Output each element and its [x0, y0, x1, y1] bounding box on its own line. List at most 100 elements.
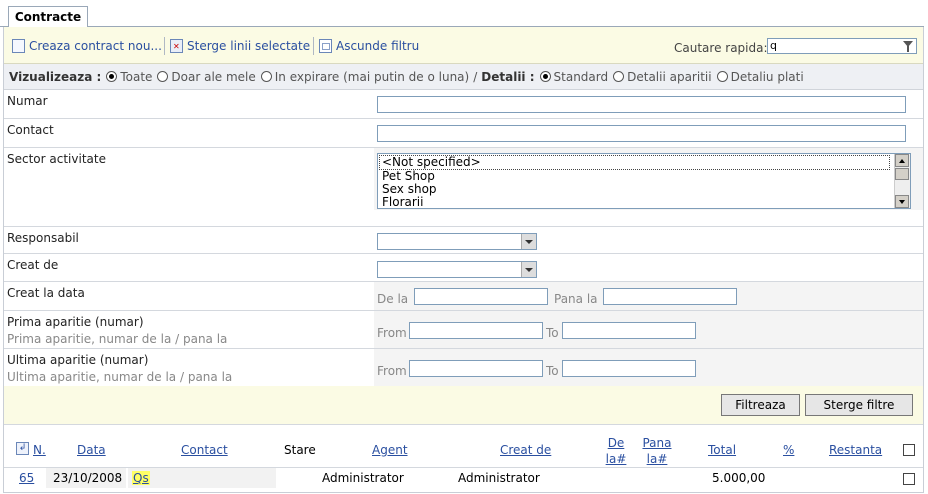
column-header-de-la[interactable]: De la#	[604, 435, 628, 467]
numar-label: Numar	[7, 94, 48, 108]
quick-search-label: Cautare rapida:	[674, 41, 768, 55]
radio-details-appearances[interactable]	[613, 71, 625, 82]
filter-row-ultima-aparitie: Ultima aparitie (numar) Ultima aparitie,…	[4, 349, 923, 387]
ultima-to-input[interactable]	[562, 360, 696, 377]
contact-input[interactable]	[377, 125, 906, 142]
column-header-restanta[interactable]: Restanta	[829, 442, 882, 458]
radio-view-mine-label: Doar ale mele	[171, 69, 256, 84]
delete-icon	[170, 39, 183, 53]
sector-listbox[interactable]: <Not specified> Pet Shop Sex shop Florar…	[377, 153, 911, 209]
radio-details-standard-label: Standard	[553, 69, 609, 84]
quick-search-input[interactable]: q	[767, 38, 917, 54]
filter-button-bar: Filtreaza Sterge filtre	[4, 386, 923, 425]
delete-selected-button[interactable]: Sterge linii selectate	[170, 38, 310, 54]
column-header-percent[interactable]: %	[783, 442, 794, 458]
select-all-checkbox[interactable]	[903, 444, 915, 456]
create-contract-button[interactable]: Creaza contract nou...	[12, 38, 162, 54]
filter-row-contact: Contact	[4, 119, 923, 148]
hide-filter-button[interactable]: Ascunde filtru	[319, 38, 419, 54]
radio-view-all[interactable]	[106, 71, 118, 82]
filter-funnel-icon[interactable]	[903, 41, 913, 52]
filter-row-prima-aparitie: Prima aparitie (numar) Prima aparitie, n…	[4, 311, 923, 349]
numar-input[interactable]	[377, 96, 906, 113]
column-header-pana-la[interactable]: Pana la#	[640, 435, 674, 467]
contracts-panel: Creaza contract nou... Sterge linii sele…	[3, 27, 924, 493]
chevron-down-icon[interactable]	[521, 262, 536, 277]
scroll-up-icon[interactable]	[895, 154, 909, 167]
column-header-creat-de[interactable]: Creat de	[500, 442, 551, 458]
date-from-input[interactable]	[414, 288, 548, 305]
tab-contracte[interactable]: Contracte	[8, 6, 88, 27]
filter-row-responsabil: Responsabil	[4, 227, 923, 254]
details-separator: /	[473, 69, 478, 84]
apply-filter-button[interactable]: Filtreaza	[721, 394, 800, 416]
pana-la-line2: la#	[646, 452, 668, 466]
filter-row-numar: Numar	[4, 90, 923, 119]
prima-aparitie-hint: Prima aparitie, numar de la / pana la	[7, 332, 228, 346]
list-item[interactable]: <Not specified>	[379, 155, 890, 170]
prima-from-input[interactable]	[409, 322, 543, 339]
scroll-thumb[interactable]	[895, 168, 909, 180]
new-document-icon	[12, 39, 25, 53]
hide-filter-icon	[319, 39, 332, 53]
scroll-down-icon[interactable]	[895, 195, 909, 208]
responsabil-select[interactable]	[377, 233, 537, 250]
ultima-aparitie-label: Ultima aparitie (numar)	[7, 353, 149, 367]
radio-view-expiring-label: In expirare (mai putin de o luna)	[274, 69, 470, 84]
row-cell-bg	[128, 468, 276, 488]
column-header-contact[interactable]: Contact	[181, 442, 228, 458]
tab-bar: Contracte	[0, 0, 928, 27]
create-contract-label: Creaza contract nou...	[29, 39, 162, 53]
column-header-data[interactable]: Data	[77, 442, 106, 458]
prima-from-label: From	[377, 326, 407, 340]
view-options-row: Vizualizeaza : Toate Doar ale mele In ex…	[4, 64, 923, 90]
radio-details-appearances-label: Detalii aparitii	[627, 69, 712, 84]
creat-la-data-label: Creat la data	[7, 286, 85, 300]
filter-row-creat-la-data: Creat la data De la Pana la	[4, 282, 923, 311]
radio-details-payments[interactable]	[716, 71, 728, 82]
sort-icon[interactable]: ↲	[16, 442, 29, 455]
details-label: Detalii :	[481, 69, 535, 84]
column-header-total[interactable]: Total	[708, 442, 736, 458]
prima-aparitie-label: Prima aparitie (numar)	[7, 315, 144, 329]
quick-search-value: q	[770, 39, 777, 52]
radio-view-expiring[interactable]	[260, 71, 272, 82]
sector-scrollbar[interactable]	[894, 154, 910, 208]
prima-to-label: To	[546, 326, 559, 340]
hide-filter-label: Ascunde filtru	[336, 39, 420, 53]
radio-details-standard[interactable]	[539, 71, 551, 82]
row-total: 5.000,00	[712, 471, 766, 485]
prima-to-input[interactable]	[562, 322, 696, 339]
de-la-line1: De	[607, 436, 625, 450]
pana-la-line1: Pana	[642, 436, 672, 450]
row-checkbox[interactable]	[903, 473, 915, 485]
row-nr-link[interactable]: 65	[19, 471, 34, 485]
delete-selected-label: Sterge linii selectate	[187, 39, 311, 53]
column-header-nr[interactable]: N.	[33, 442, 46, 458]
column-header-stare: Stare	[284, 443, 316, 457]
ultima-from-label: From	[377, 364, 407, 378]
date-from-label: De la	[377, 292, 409, 306]
row-date: 23/10/2008	[53, 471, 123, 485]
table-row[interactable]: 65 23/10/2008 Qs Administrator Administr…	[4, 468, 923, 488]
column-header-agent[interactable]: Agent	[372, 442, 408, 458]
contact-label: Contact	[7, 123, 54, 137]
list-item[interactable]: Florarii	[378, 196, 910, 209]
filter-row-creat-de: Creat de	[4, 254, 923, 282]
creat-de-label: Creat de	[7, 258, 59, 272]
radio-details-payments-label: Detaliu plati	[730, 69, 804, 84]
radio-view-mine[interactable]	[157, 71, 169, 82]
view-label: Vizualizeaza :	[9, 69, 102, 84]
table-header: ↲ N. Data Contact Stare Agent Creat de D…	[4, 425, 923, 468]
date-to-input[interactable]	[603, 288, 737, 305]
list-item[interactable]: Sex shop	[378, 183, 910, 196]
row-created-by: Administrator	[458, 471, 540, 485]
toolbar-separator	[313, 37, 314, 55]
row-contact-link[interactable]: Qs	[132, 471, 150, 485]
ultima-from-input[interactable]	[409, 360, 543, 377]
clear-filters-button[interactable]: Sterge filtre	[805, 394, 913, 416]
chevron-down-icon[interactable]	[521, 234, 536, 249]
list-item[interactable]: Pet Shop	[378, 170, 910, 183]
creat-de-select[interactable]	[377, 261, 537, 278]
date-to-label: Pana la	[554, 292, 598, 306]
